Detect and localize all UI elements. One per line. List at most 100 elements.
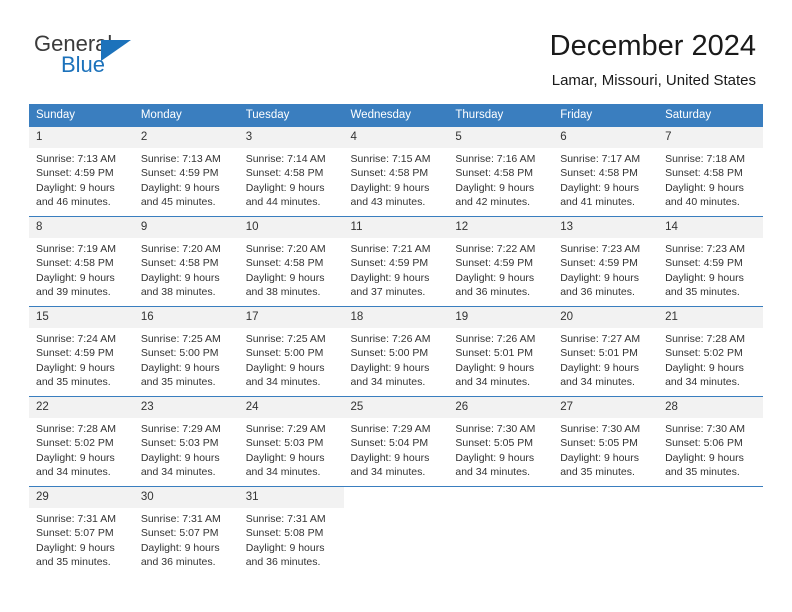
day-number: 26	[448, 397, 554, 418]
sunset-text: Sunset: 5:00 PM	[350, 347, 429, 360]
day-number: 28	[658, 397, 763, 418]
day-number: 9	[133, 217, 239, 238]
day-number: 16	[133, 307, 239, 328]
sunset-text: Sunset: 4:58 PM	[350, 167, 429, 180]
day-number: 5	[448, 127, 554, 148]
day-number: 19	[448, 307, 554, 328]
calendar-day-cell[interactable]: 23 Sunrise: 7:29 AM Sunset: 5:03 PM Dayligh…	[133, 396, 239, 487]
calendar-day-cell[interactable]: 21 Sunrise: 7:28 AM Sunset: 5:02 PM Dayligh…	[658, 306, 763, 397]
day-number: 6	[553, 127, 659, 148]
day-number: 12	[448, 217, 554, 238]
logo-text-blue: Blue	[61, 52, 106, 77]
daylight-text: and 34 minutes.	[560, 375, 635, 388]
daylight-text: Daylight: 9 hours	[455, 361, 535, 374]
day-number: 25	[343, 397, 449, 418]
day-details: Sunrise: 7:31 AM Sunset: 5:07 PM Daylight:…	[29, 508, 134, 569]
day-details: Sunrise: 7:25 AM Sunset: 5:00 PM Daylight:…	[239, 328, 344, 389]
sunset-text: Sunset: 4:58 PM	[36, 257, 114, 270]
calendar-day-cell[interactable]: 9 Sunrise: 7:20 AM Sunset: 4:58 PM Daylight…	[133, 216, 239, 307]
calendar-day-cell[interactable]: 30 Sunrise: 7:31 AM Sunset: 5:07 PM Dayligh…	[133, 486, 239, 576]
calendar-day-cell[interactable]: 14 Sunrise: 7:23 AM Sunset: 4:59 PM Dayligh…	[658, 216, 763, 307]
sunrise-text: Sunrise: 7:21 AM	[350, 243, 431, 255]
calendar-day-cell[interactable]: 27 Sunrise: 7:30 AM Sunset: 5:05 PM Dayligh…	[553, 396, 659, 487]
calendar-day-cell[interactable]: 6 Sunrise: 7:17 AM Sunset: 4:58 PM Daylight…	[553, 126, 659, 217]
calendar-day-cell-empty	[553, 486, 659, 576]
daylight-text: and 44 minutes.	[245, 195, 321, 208]
sunset-text: Sunset: 5:02 PM	[665, 347, 743, 360]
daylight-text: Daylight: 9 hours	[455, 271, 535, 284]
sunset-text: Sunset: 4:58 PM	[140, 257, 219, 270]
calendar-day-cell[interactable]: 18 Sunrise: 7:26 AM Sunset: 5:00 PM Dayligh…	[343, 306, 449, 397]
sunset-text: Sunset: 5:00 PM	[245, 347, 324, 360]
sunset-text: Sunset: 5:05 PM	[455, 437, 534, 450]
day-details: Sunrise: 7:13 AM Sunset: 4:59 PM Daylight:…	[134, 148, 239, 209]
calendar-day-cell[interactable]: 16 Sunrise: 7:25 AM Sunset: 5:00 PM Dayligh…	[133, 306, 239, 397]
calendar-day-cell[interactable]: 17 Sunrise: 7:25 AM Sunset: 5:00 PM Dayligh…	[238, 306, 344, 397]
calendar-day-cell[interactable]: 25 Sunrise: 7:29 AM Sunset: 5:04 PM Dayligh…	[343, 396, 449, 487]
calendar-day-cell[interactable]: 20 Sunrise: 7:27 AM Sunset: 5:01 PM Dayligh…	[553, 306, 659, 397]
weekday-header-sunday: Sunday	[29, 104, 134, 127]
sunrise-text: Sunrise: 7:31 AM	[36, 513, 116, 525]
day-details: Sunrise: 7:23 AM Sunset: 4:59 PM Daylight:…	[658, 238, 763, 299]
daylight-text: and 35 minutes.	[36, 555, 111, 568]
sunset-text: Sunset: 5:00 PM	[140, 347, 219, 360]
calendar-day-cell[interactable]: 15 Sunrise: 7:24 AM Sunset: 4:59 PM Dayligh…	[29, 306, 134, 397]
daylight-text: Daylight: 9 hours	[455, 181, 535, 194]
weekday-header-monday: Monday	[133, 104, 239, 127]
calendar-day-cell[interactable]: 5 Sunrise: 7:16 AM Sunset: 4:58 PM Daylight…	[448, 126, 554, 217]
calendar-day-cell[interactable]: 29 Sunrise: 7:31 AM Sunset: 5:07 PM Dayligh…	[29, 486, 134, 576]
daylight-text: Daylight: 9 hours	[350, 451, 430, 464]
daylight-text: Daylight: 9 hours	[140, 181, 220, 194]
day-number: 11	[343, 217, 449, 238]
day-details: Sunrise: 7:15 AM Sunset: 4:58 PM Daylight:…	[344, 148, 449, 209]
sunset-text: Sunset: 5:05 PM	[560, 437, 638, 450]
logo-triangle-icon	[101, 40, 131, 61]
day-details: Sunrise: 7:19 AM Sunset: 4:58 PM Daylight:…	[29, 238, 134, 299]
day-number: 8	[29, 217, 134, 238]
sunrise-text: Sunrise: 7:22 AM	[455, 243, 536, 255]
calendar-day-cell[interactable]: 4 Sunrise: 7:15 AM Sunset: 4:58 PM Daylight…	[343, 126, 449, 217]
daylight-text: and 37 minutes.	[350, 285, 426, 298]
day-number: 23	[133, 397, 239, 418]
day-details: Sunrise: 7:24 AM Sunset: 4:59 PM Daylight:…	[29, 328, 134, 389]
calendar-day-cell[interactable]: 13 Sunrise: 7:23 AM Sunset: 4:59 PM Dayligh…	[553, 216, 659, 307]
sunset-text: Sunset: 4:59 PM	[36, 347, 114, 360]
sunrise-text: Sunrise: 7:20 AM	[140, 243, 221, 255]
sunset-text: Sunset: 4:59 PM	[350, 257, 429, 270]
sunrise-text: Sunrise: 7:15 AM	[350, 153, 431, 165]
day-details: Sunrise: 7:18 AM Sunset: 4:58 PM Daylight:…	[658, 148, 763, 209]
calendar-day-cell[interactable]: 28 Sunrise: 7:30 AM Sunset: 5:06 PM Dayligh…	[658, 396, 763, 487]
calendar-day-cell[interactable]: 10 Sunrise: 7:20 AM Sunset: 4:58 PM Dayligh…	[238, 216, 344, 307]
day-details: Sunrise: 7:29 AM Sunset: 5:03 PM Daylight:…	[134, 418, 239, 479]
calendar-day-cell[interactable]: 19 Sunrise: 7:26 AM Sunset: 5:01 PM Dayligh…	[448, 306, 554, 397]
calendar-day-cell[interactable]: 22 Sunrise: 7:28 AM Sunset: 5:02 PM Dayligh…	[29, 396, 134, 487]
daylight-text: Daylight: 9 hours	[665, 271, 744, 284]
calendar-day-cell[interactable]: 3 Sunrise: 7:14 AM Sunset: 4:58 PM Daylight…	[238, 126, 344, 217]
sunrise-text: Sunrise: 7:27 AM	[560, 333, 641, 345]
sunrise-text: Sunrise: 7:18 AM	[665, 153, 746, 165]
calendar-day-cell[interactable]: 26 Sunrise: 7:30 AM Sunset: 5:05 PM Dayligh…	[448, 396, 554, 487]
daylight-text: and 34 minutes.	[455, 375, 531, 388]
calendar-day-cell[interactable]: 1 Sunrise: 7:13 AM Sunset: 4:59 PM Daylight…	[29, 126, 134, 217]
daylight-text: and 36 minutes.	[560, 285, 635, 298]
calendar-day-cell[interactable]: 12 Sunrise: 7:22 AM Sunset: 4:59 PM Dayligh…	[448, 216, 554, 307]
calendar-week-row: 29 Sunrise: 7:31 AM Sunset: 5:07 PM Dayligh…	[29, 486, 763, 576]
calendar-day-cell[interactable]: 8 Sunrise: 7:19 AM Sunset: 4:58 PM Daylight…	[29, 216, 134, 307]
weekday-header-friday: Friday	[553, 104, 659, 127]
day-number: 24	[238, 397, 344, 418]
day-details: Sunrise: 7:21 AM Sunset: 4:59 PM Daylight:…	[344, 238, 449, 299]
daylight-text: and 35 minutes.	[36, 375, 111, 388]
calendar-day-cell[interactable]: 7 Sunrise: 7:18 AM Sunset: 4:58 PM Daylight…	[658, 126, 763, 217]
calendar-day-cell[interactable]: 24 Sunrise: 7:29 AM Sunset: 5:03 PM Dayligh…	[238, 396, 344, 487]
general-blue-logo[interactable]: General Blue	[34, 33, 224, 85]
sunrise-text: Sunrise: 7:17 AM	[560, 153, 641, 165]
day-details: Sunrise: 7:29 AM Sunset: 5:04 PM Daylight:…	[344, 418, 449, 479]
calendar-day-cell[interactable]: 2 Sunrise: 7:13 AM Sunset: 4:59 PM Daylight…	[133, 126, 239, 217]
daylight-text: and 46 minutes.	[36, 195, 111, 208]
calendar-day-cell[interactable]: 11 Sunrise: 7:21 AM Sunset: 4:59 PM Dayligh…	[343, 216, 449, 307]
sunset-text: Sunset: 5:01 PM	[560, 347, 638, 360]
sunset-text: Sunset: 5:03 PM	[245, 437, 324, 450]
daylight-text: and 36 minutes.	[245, 555, 321, 568]
sunset-text: Sunset: 4:59 PM	[560, 257, 638, 270]
calendar-day-cell[interactable]: 31 Sunrise: 7:31 AM Sunset: 5:08 PM Dayligh…	[238, 486, 344, 576]
